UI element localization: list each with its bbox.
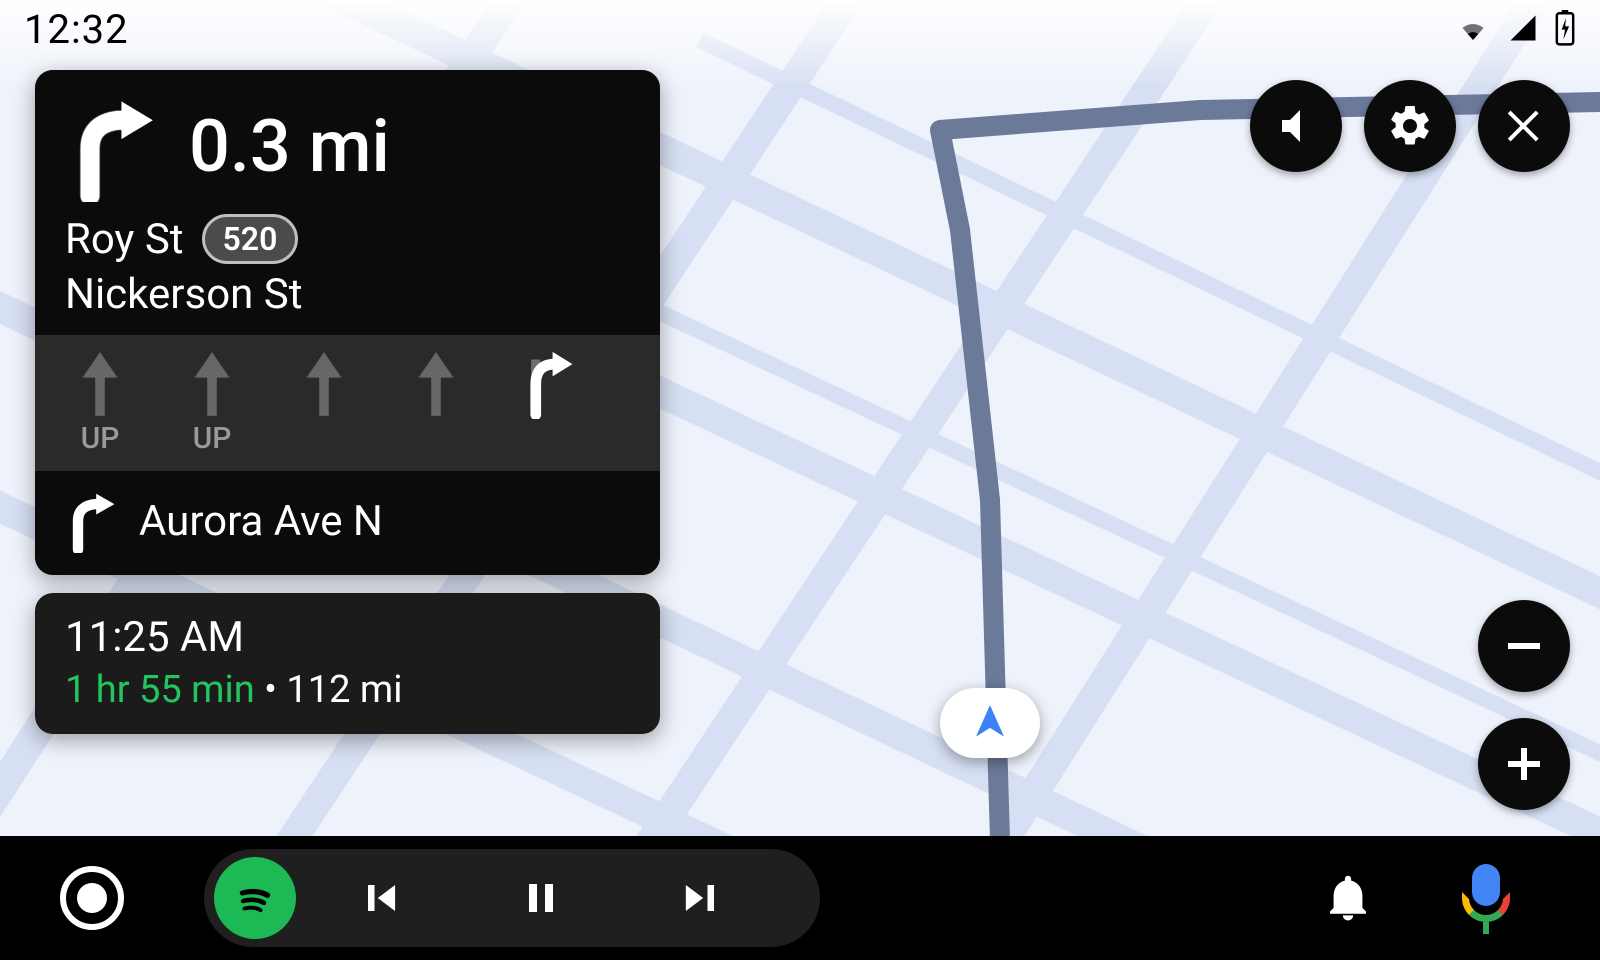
close-navigation-button[interactable] bbox=[1478, 80, 1570, 172]
volume-mute-icon bbox=[1272, 102, 1320, 150]
turn-right-icon bbox=[57, 92, 167, 202]
pause-icon bbox=[517, 870, 565, 926]
route-badge: 520 bbox=[202, 214, 299, 264]
mute-button[interactable] bbox=[1250, 80, 1342, 172]
navigation-card-stack: 0.3 mi Roy St 520 Nickerson St UP UP bbox=[35, 70, 660, 734]
battery-charging-icon bbox=[1554, 10, 1576, 46]
eta-distance: 112 mi bbox=[286, 668, 402, 712]
spotify-app-button[interactable] bbox=[214, 857, 296, 939]
notifications-button[interactable] bbox=[1314, 864, 1382, 932]
system-bar bbox=[0, 836, 1600, 960]
spotify-icon bbox=[227, 870, 283, 926]
lane-straight: UP bbox=[65, 349, 135, 455]
turn-street-secondary: Nickerson St bbox=[65, 270, 630, 319]
media-next-button[interactable] bbox=[626, 849, 776, 947]
lane-guidance-strip: UP UP bbox=[35, 335, 660, 471]
zoom-in-button[interactable] bbox=[1478, 718, 1570, 810]
lane-label: UP bbox=[193, 421, 232, 455]
close-icon bbox=[1500, 102, 1548, 150]
current-location-marker bbox=[940, 688, 1040, 758]
voice-assistant-button[interactable] bbox=[1452, 864, 1520, 932]
turn-street-primary: Roy St bbox=[65, 215, 184, 264]
minus-icon bbox=[1500, 622, 1548, 670]
android-auto-nav-screen: 12:32 bbox=[0, 0, 1600, 960]
map-zoom-controls bbox=[1478, 600, 1570, 810]
media-previous-button[interactable] bbox=[306, 849, 456, 947]
turn-header: 0.3 mi bbox=[35, 70, 660, 208]
gear-icon bbox=[1386, 102, 1434, 150]
next-turn-right-icon bbox=[65, 489, 117, 553]
lane-right-active bbox=[513, 349, 583, 455]
skip-previous-icon bbox=[355, 872, 407, 924]
next-step-row: Aurora Ave N bbox=[35, 471, 660, 575]
plus-icon bbox=[1500, 740, 1548, 788]
lane-straight bbox=[401, 349, 471, 455]
settings-button[interactable] bbox=[1364, 80, 1456, 172]
bell-icon bbox=[1321, 868, 1375, 928]
status-bar: 12:32 bbox=[0, 0, 1600, 48]
lane-straight bbox=[289, 349, 359, 455]
lane-straight: UP bbox=[177, 349, 247, 455]
eta-card[interactable]: 11:25 AM 1 hr 55 min • 112 mi bbox=[35, 593, 660, 734]
eta-subline: 1 hr 55 min • 112 mi bbox=[65, 668, 630, 712]
turn-card[interactable]: 0.3 mi Roy St 520 Nickerson St UP UP bbox=[35, 70, 660, 575]
map-top-actions bbox=[1250, 80, 1570, 172]
eta-separator: • bbox=[264, 668, 277, 712]
media-play-pause-button[interactable] bbox=[466, 849, 616, 947]
google-mic-icon bbox=[1460, 864, 1512, 932]
status-icons bbox=[1454, 2, 1576, 46]
turn-streets: Roy St 520 Nickerson St bbox=[35, 208, 660, 335]
eta-duration: 1 hr 55 min bbox=[65, 668, 255, 712]
eta-arrival-time: 11:25 AM bbox=[65, 613, 630, 662]
home-button[interactable] bbox=[60, 866, 124, 930]
home-dot-icon bbox=[77, 883, 107, 913]
status-time: 12:32 bbox=[24, 0, 129, 53]
next-step-street: Aurora Ave N bbox=[139, 497, 383, 546]
cell-signal-icon bbox=[1506, 13, 1540, 43]
wifi-icon bbox=[1454, 13, 1492, 43]
media-control-pill bbox=[204, 849, 820, 947]
lane-label: UP bbox=[81, 421, 120, 455]
skip-next-icon bbox=[675, 872, 727, 924]
navigation-arrow-icon bbox=[969, 700, 1011, 742]
turn-distance: 0.3 mi bbox=[189, 111, 390, 183]
zoom-out-button[interactable] bbox=[1478, 600, 1570, 692]
